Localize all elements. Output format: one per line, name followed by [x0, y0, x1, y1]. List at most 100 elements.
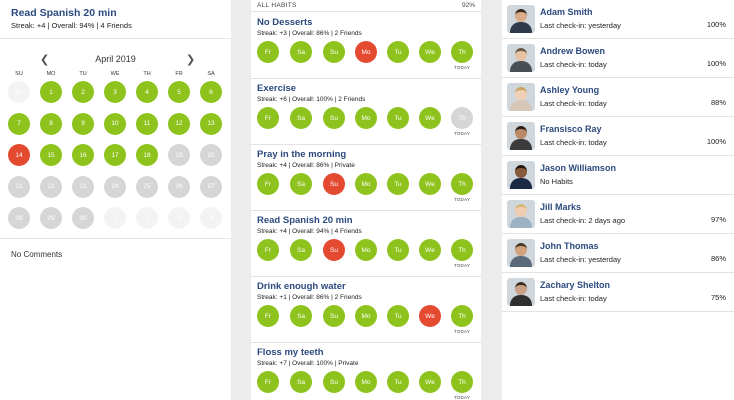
day-check-circle[interactable]: Th: [451, 41, 473, 63]
day-check-circle[interactable]: Su: [323, 41, 345, 63]
day-check-circle[interactable]: Mo: [355, 371, 377, 393]
calendar-day[interactable]: 16: [72, 144, 94, 166]
day-check-circle[interactable]: Fr: [257, 107, 279, 129]
friend-row[interactable]: Ashley Young Last check-in: today 88%: [502, 78, 734, 117]
friend-row[interactable]: John Thomas Last check-in: yesterday 86%: [502, 234, 734, 273]
calendar-day[interactable]: 15: [40, 144, 62, 166]
calendar-day[interactable]: 9: [72, 112, 94, 135]
day-check-circle[interactable]: Mo: [355, 239, 377, 261]
day-check-circle[interactable]: We: [419, 239, 441, 261]
day-check-circle[interactable]: We: [419, 305, 441, 327]
day-check-circle[interactable]: Su: [323, 173, 345, 195]
calendar-day[interactable]: 4: [136, 81, 158, 103]
calendar-day[interactable]: 20: [200, 144, 222, 166]
day-check-circle[interactable]: Fr: [257, 239, 279, 261]
day-check-circle[interactable]: Sa: [290, 173, 312, 195]
calendar-day[interactable]: 29: [40, 207, 62, 229]
day-check-circle[interactable]: Mo: [355, 305, 377, 327]
day-check-circle[interactable]: We: [419, 41, 441, 63]
day-check-circle[interactable]: Tu: [387, 107, 409, 129]
habit-name[interactable]: Drink enough water: [257, 281, 346, 292]
day-check-circle[interactable]: Sa: [290, 305, 312, 327]
habit-name[interactable]: Exercise: [257, 83, 296, 94]
calendar-day[interactable]: 13: [200, 112, 222, 135]
day-check-circle[interactable]: Mo: [355, 173, 377, 195]
day-check-circle[interactable]: Sa: [290, 239, 312, 261]
day-check-circle[interactable]: Th: [451, 173, 473, 195]
day-check-circle[interactable]: Tu: [387, 305, 409, 327]
calendar-day[interactable]: 6: [200, 81, 222, 103]
calendar-day[interactable]: 3: [168, 207, 190, 229]
calendar-day[interactable]: 12: [168, 112, 190, 135]
habit-name[interactable]: Read Spanish 20 min: [257, 215, 353, 226]
calendar-day[interactable]: 21: [8, 175, 30, 198]
day-check-circle[interactable]: We: [419, 371, 441, 393]
habit-name[interactable]: Pray in the morning: [257, 149, 346, 160]
day-check-circle[interactable]: Th: [451, 305, 473, 327]
friend-row[interactable]: Andrew Bowen Last check-in: today 100%: [502, 39, 734, 78]
calendar-day[interactable]: 2: [72, 81, 94, 103]
day-check-circle[interactable]: Sa: [290, 371, 312, 393]
calendar-day[interactable]: 24: [104, 175, 126, 198]
calendar-day[interactable]: 27: [200, 175, 222, 198]
calendar-day[interactable]: 30: [72, 207, 94, 229]
day-check-circle[interactable]: Su: [323, 107, 345, 129]
calendar-day[interactable]: 5: [168, 81, 190, 103]
day-check-circle[interactable]: Fr: [257, 305, 279, 327]
calendar-day[interactable]: 26: [168, 175, 190, 198]
day-check-circle[interactable]: Th: [451, 371, 473, 393]
day-check-circle[interactable]: We: [419, 173, 441, 195]
day-check-circle[interactable]: Tu: [387, 239, 409, 261]
day-check-circle[interactable]: Su: [323, 371, 345, 393]
habit-row[interactable]: Drink enough water Streak: +1 | Overall: …: [251, 277, 481, 343]
chevron-right-icon[interactable]: ❯: [186, 53, 195, 66]
day-check-circle[interactable]: We: [419, 107, 441, 129]
day-check-circle[interactable]: Th: [451, 107, 473, 129]
calendar-day[interactable]: 1: [104, 207, 126, 229]
calendar-day[interactable]: 11: [136, 112, 158, 135]
day-check-circle[interactable]: Fr: [257, 371, 279, 393]
friend-row[interactable]: Jason Williamson No Habits: [502, 156, 734, 195]
day-check-circle[interactable]: Fr: [257, 41, 279, 63]
calendar-day[interactable]: 14: [8, 144, 30, 166]
day-check-circle[interactable]: Mo: [355, 107, 377, 129]
friend-row[interactable]: Jill Marks Last check-in: 2 days ago 97%: [502, 195, 734, 234]
calendar-day[interactable]: 10: [104, 112, 126, 135]
friend-row[interactable]: Fransisco Ray Last check-in: today 100%: [502, 117, 734, 156]
calendar-day[interactable]: 19: [168, 144, 190, 166]
day-check-circle[interactable]: Tu: [387, 173, 409, 195]
calendar-day[interactable]: 1: [40, 81, 62, 103]
habit-row[interactable]: Pray in the morning Streak: +4 | Overall:…: [251, 145, 481, 211]
calendar-day[interactable]: 28: [8, 207, 30, 229]
calendar-day[interactable]: 17: [104, 144, 126, 166]
habit-row[interactable]: Exercise Streak: +6 | Overall: 100% | 2 F…: [251, 79, 481, 145]
day-check-circle[interactable]: Tu: [387, 41, 409, 63]
habit-row[interactable]: Read Spanish 20 min Streak: +4 | Overall:…: [251, 211, 481, 277]
calendar-day[interactable]: 18: [136, 144, 158, 166]
day-check-circle[interactable]: Su: [323, 305, 345, 327]
friend-percent: 97%: [710, 215, 726, 224]
habit-name[interactable]: No Desserts: [257, 17, 312, 28]
calendar-day[interactable]: 23: [72, 175, 94, 198]
habit-row[interactable]: No Desserts Streak: +3 | Overall: 86% | 2…: [251, 13, 481, 79]
day-check-circle[interactable]: Fr: [257, 173, 279, 195]
day-check-circle[interactable]: Su: [323, 239, 345, 261]
calendar-day[interactable]: 31: [8, 81, 30, 103]
calendar-day[interactable]: 7: [8, 112, 30, 135]
habit-name[interactable]: Floss my teeth: [257, 347, 324, 358]
friend-row[interactable]: Zachary Shelton Last check-in: today 75%: [502, 273, 734, 312]
day-check-circle[interactable]: Sa: [290, 107, 312, 129]
friend-row[interactable]: Adam Smith Last check-in: yesterday 100%: [502, 0, 734, 39]
habit-row[interactable]: Floss my teeth Streak: +7 | Overall: 100%…: [251, 343, 481, 400]
calendar-day[interactable]: 4: [200, 207, 222, 229]
day-check-circle[interactable]: Tu: [387, 371, 409, 393]
calendar-day[interactable]: 3: [104, 81, 126, 103]
day-check-circle[interactable]: Th: [451, 239, 473, 261]
day-check-circle[interactable]: Mo: [355, 41, 377, 63]
calendar-day[interactable]: 22: [40, 175, 62, 198]
calendar-day[interactable]: 8: [40, 112, 62, 135]
avatar-head: [515, 87, 527, 100]
calendar-day[interactable]: 25: [136, 175, 158, 198]
day-check-circle[interactable]: Sa: [290, 41, 312, 63]
calendar-day[interactable]: 2: [136, 207, 158, 229]
